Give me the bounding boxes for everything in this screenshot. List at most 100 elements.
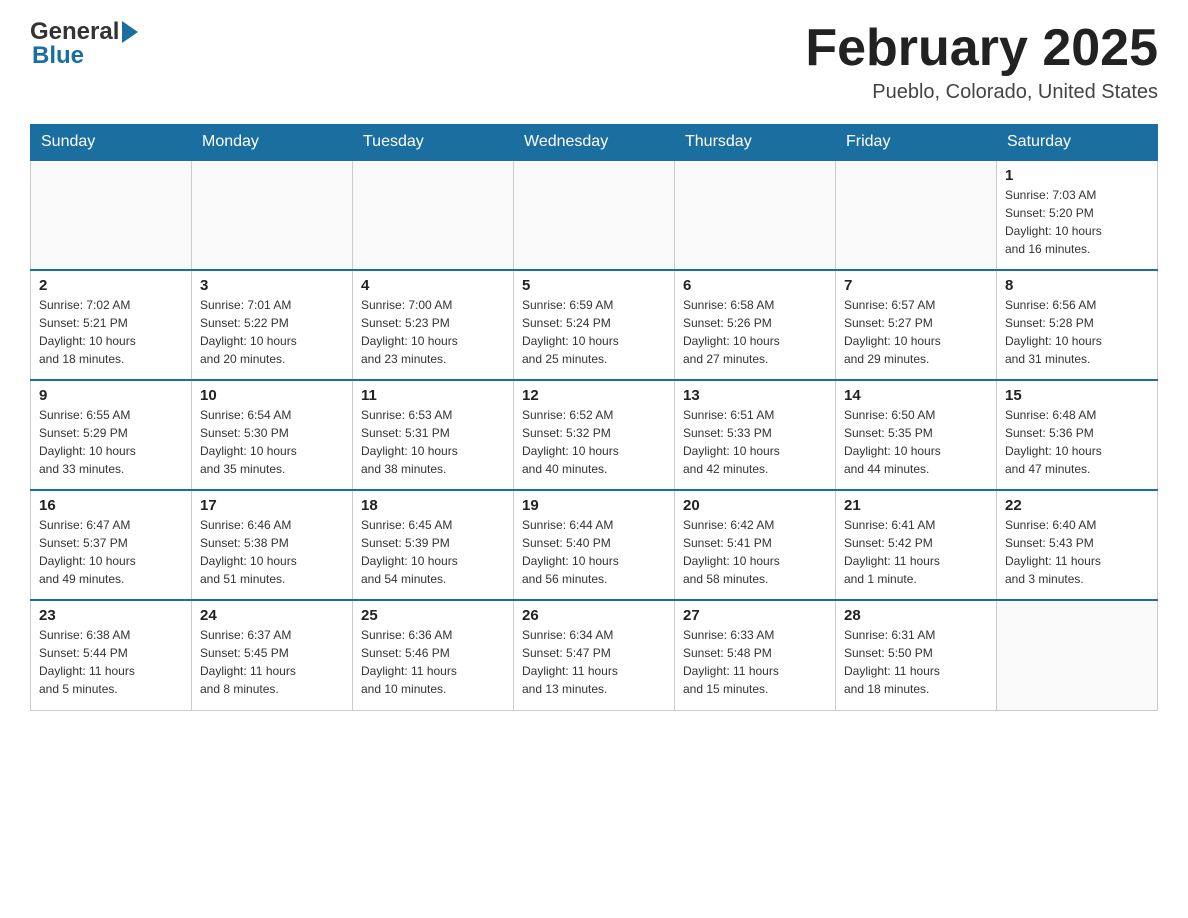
weekday-header-tuesday: Tuesday — [353, 125, 514, 161]
calendar-cell: 5 Sunrise: 6:59 AM Sunset: 5:24 PM Daylig… — [514, 270, 675, 380]
day-info: Sunrise: 6:57 AM Sunset: 5:27 PM Dayligh… — [844, 296, 988, 368]
day-info: Sunrise: 6:54 AM Sunset: 5:30 PM Dayligh… — [200, 406, 344, 478]
day-info: Sunrise: 7:03 AM Sunset: 5:20 PM Dayligh… — [1005, 186, 1149, 258]
calendar-cell: 3Sunrise: 7:01 AM Sunset: 5:22 PM Daylig… — [192, 270, 353, 380]
calendar-week-row: 1 Sunrise: 7:03 AM Sunset: 5:20 PM Daylig… — [31, 160, 1158, 270]
weekday-header-thursday: Thursday — [675, 125, 836, 161]
day-number: 7 — [844, 277, 988, 294]
day-number: 11 — [361, 387, 505, 404]
calendar-cell: 24 Sunrise: 6:37 AM Sunset: 5:45 PM Dayli… — [192, 600, 353, 710]
day-info: Sunrise: 6:51 AM Sunset: 5:33 PM Dayligh… — [683, 406, 827, 478]
calendar-cell: 16 Sunrise: 6:47 AM Sunset: 5:37 PM Dayli… — [31, 490, 192, 600]
calendar-cell: 9 Sunrise: 6:55 AM Sunset: 5:29 PM Daylig… — [31, 380, 192, 490]
calendar-cell: 12 Sunrise: 6:52 AM Sunset: 5:32 PM Dayli… — [514, 380, 675, 490]
weekday-header-sunday: Sunday — [31, 125, 192, 161]
day-number: 26 — [522, 607, 666, 624]
calendar-cell: 13 Sunrise: 6:51 AM Sunset: 5:33 PM Dayli… — [675, 380, 836, 490]
calendar-cell — [31, 160, 192, 270]
day-info: Sunrise: 6:44 AM Sunset: 5:40 PM Dayligh… — [522, 516, 666, 588]
calendar-cell — [514, 160, 675, 270]
day-number: 17 — [200, 497, 344, 514]
calendar-week-row: 9 Sunrise: 6:55 AM Sunset: 5:29 PM Daylig… — [31, 380, 1158, 490]
calendar-cell — [675, 160, 836, 270]
calendar-cell — [997, 600, 1158, 710]
day-number: 23 — [39, 607, 183, 624]
day-info: Sunrise: 7:02 AM Sunset: 5:21 PM Dayligh… — [39, 296, 183, 368]
calendar-cell: 26 Sunrise: 6:34 AM Sunset: 5:47 PM Dayli… — [514, 600, 675, 710]
day-number: 1 — [1005, 167, 1149, 184]
day-number: 8 — [1005, 277, 1149, 294]
day-info: Sunrise: 6:47 AM Sunset: 5:37 PM Dayligh… — [39, 516, 183, 588]
calendar-week-row: 2 Sunrise: 7:02 AM Sunset: 5:21 PM Daylig… — [31, 270, 1158, 380]
logo-blue-text: Blue — [30, 44, 138, 68]
calendar-week-row: 23 Sunrise: 6:38 AM Sunset: 5:44 PM Dayli… — [31, 600, 1158, 710]
day-info: Sunrise: 6:46 AM Sunset: 5:38 PM Dayligh… — [200, 516, 344, 588]
day-number: 12 — [522, 387, 666, 404]
calendar-cell: 8Sunrise: 6:56 AM Sunset: 5:28 PM Daylig… — [997, 270, 1158, 380]
calendar-cell: 14 Sunrise: 6:50 AM Sunset: 5:35 PM Dayli… — [836, 380, 997, 490]
calendar-cell: 21 Sunrise: 6:41 AM Sunset: 5:42 PM Dayli… — [836, 490, 997, 600]
calendar-cell: 10 Sunrise: 6:54 AM Sunset: 5:30 PM Dayli… — [192, 380, 353, 490]
title-block: February 2025 Pueblo, Colorado, United S… — [805, 20, 1158, 104]
calendar-cell: 7 Sunrise: 6:57 AM Sunset: 5:27 PM Daylig… — [836, 270, 997, 380]
day-info: Sunrise: 6:45 AM Sunset: 5:39 PM Dayligh… — [361, 516, 505, 588]
calendar-cell: 23 Sunrise: 6:38 AM Sunset: 5:44 PM Dayli… — [31, 600, 192, 710]
calendar-table: SundayMondayTuesdayWednesdayThursdayFrid… — [30, 124, 1158, 711]
day-info: Sunrise: 6:50 AM Sunset: 5:35 PM Dayligh… — [844, 406, 988, 478]
day-number: 5 — [522, 277, 666, 294]
day-number: 16 — [39, 497, 183, 514]
day-info: Sunrise: 6:59 AM Sunset: 5:24 PM Dayligh… — [522, 296, 666, 368]
calendar-cell: 22Sunrise: 6:40 AM Sunset: 5:43 PM Dayli… — [997, 490, 1158, 600]
day-number: 3 — [200, 277, 344, 294]
day-number: 10 — [200, 387, 344, 404]
calendar-cell: 2 Sunrise: 7:02 AM Sunset: 5:21 PM Daylig… — [31, 270, 192, 380]
logo-chevron-icon — [122, 21, 138, 43]
calendar-cell: 20 Sunrise: 6:42 AM Sunset: 5:41 PM Dayli… — [675, 490, 836, 600]
calendar-week-row: 16 Sunrise: 6:47 AM Sunset: 5:37 PM Dayli… — [31, 490, 1158, 600]
calendar-cell: 11 Sunrise: 6:53 AM Sunset: 5:31 PM Dayli… — [353, 380, 514, 490]
day-number: 2 — [39, 277, 183, 294]
day-info: Sunrise: 6:42 AM Sunset: 5:41 PM Dayligh… — [683, 516, 827, 588]
month-title: February 2025 — [805, 20, 1158, 77]
day-number: 9 — [39, 387, 183, 404]
calendar-cell — [353, 160, 514, 270]
weekday-header-saturday: Saturday — [997, 125, 1158, 161]
day-info: Sunrise: 6:58 AM Sunset: 5:26 PM Dayligh… — [683, 296, 827, 368]
calendar-cell: 19 Sunrise: 6:44 AM Sunset: 5:40 PM Dayli… — [514, 490, 675, 600]
location-title: Pueblo, Colorado, United States — [805, 81, 1158, 104]
day-number: 14 — [844, 387, 988, 404]
day-number: 20 — [683, 497, 827, 514]
day-info: Sunrise: 6:34 AM Sunset: 5:47 PM Dayligh… — [522, 626, 666, 698]
day-info: Sunrise: 6:36 AM Sunset: 5:46 PM Dayligh… — [361, 626, 505, 698]
day-info: Sunrise: 6:48 AM Sunset: 5:36 PM Dayligh… — [1005, 406, 1149, 478]
day-number: 21 — [844, 497, 988, 514]
day-number: 13 — [683, 387, 827, 404]
weekday-header-wednesday: Wednesday — [514, 125, 675, 161]
calendar-cell: 18 Sunrise: 6:45 AM Sunset: 5:39 PM Dayli… — [353, 490, 514, 600]
page-header: General Blue February 2025 Pueblo, Color… — [30, 20, 1158, 104]
day-info: Sunrise: 6:37 AM Sunset: 5:45 PM Dayligh… — [200, 626, 344, 698]
day-info: Sunrise: 6:38 AM Sunset: 5:44 PM Dayligh… — [39, 626, 183, 698]
day-info: Sunrise: 7:00 AM Sunset: 5:23 PM Dayligh… — [361, 296, 505, 368]
calendar-cell: 6Sunrise: 6:58 AM Sunset: 5:26 PM Daylig… — [675, 270, 836, 380]
calendar-cell: 25Sunrise: 6:36 AM Sunset: 5:46 PM Dayli… — [353, 600, 514, 710]
day-number: 24 — [200, 607, 344, 624]
logo-general-text: General — [30, 20, 119, 44]
day-number: 19 — [522, 497, 666, 514]
weekday-header-friday: Friday — [836, 125, 997, 161]
day-number: 27 — [683, 607, 827, 624]
day-info: Sunrise: 6:33 AM Sunset: 5:48 PM Dayligh… — [683, 626, 827, 698]
calendar-cell: 4Sunrise: 7:00 AM Sunset: 5:23 PM Daylig… — [353, 270, 514, 380]
day-number: 22 — [1005, 497, 1149, 514]
logo: General Blue — [30, 20, 138, 68]
day-info: Sunrise: 6:55 AM Sunset: 5:29 PM Dayligh… — [39, 406, 183, 478]
calendar-cell: 1 Sunrise: 7:03 AM Sunset: 5:20 PM Daylig… — [997, 160, 1158, 270]
day-info: Sunrise: 6:52 AM Sunset: 5:32 PM Dayligh… — [522, 406, 666, 478]
calendar-cell: 27 Sunrise: 6:33 AM Sunset: 5:48 PM Dayli… — [675, 600, 836, 710]
day-info: Sunrise: 6:41 AM Sunset: 5:42 PM Dayligh… — [844, 516, 988, 588]
calendar-cell — [836, 160, 997, 270]
day-info: Sunrise: 6:53 AM Sunset: 5:31 PM Dayligh… — [361, 406, 505, 478]
day-info: Sunrise: 6:31 AM Sunset: 5:50 PM Dayligh… — [844, 626, 988, 698]
day-number: 18 — [361, 497, 505, 514]
weekday-header-monday: Monday — [192, 125, 353, 161]
